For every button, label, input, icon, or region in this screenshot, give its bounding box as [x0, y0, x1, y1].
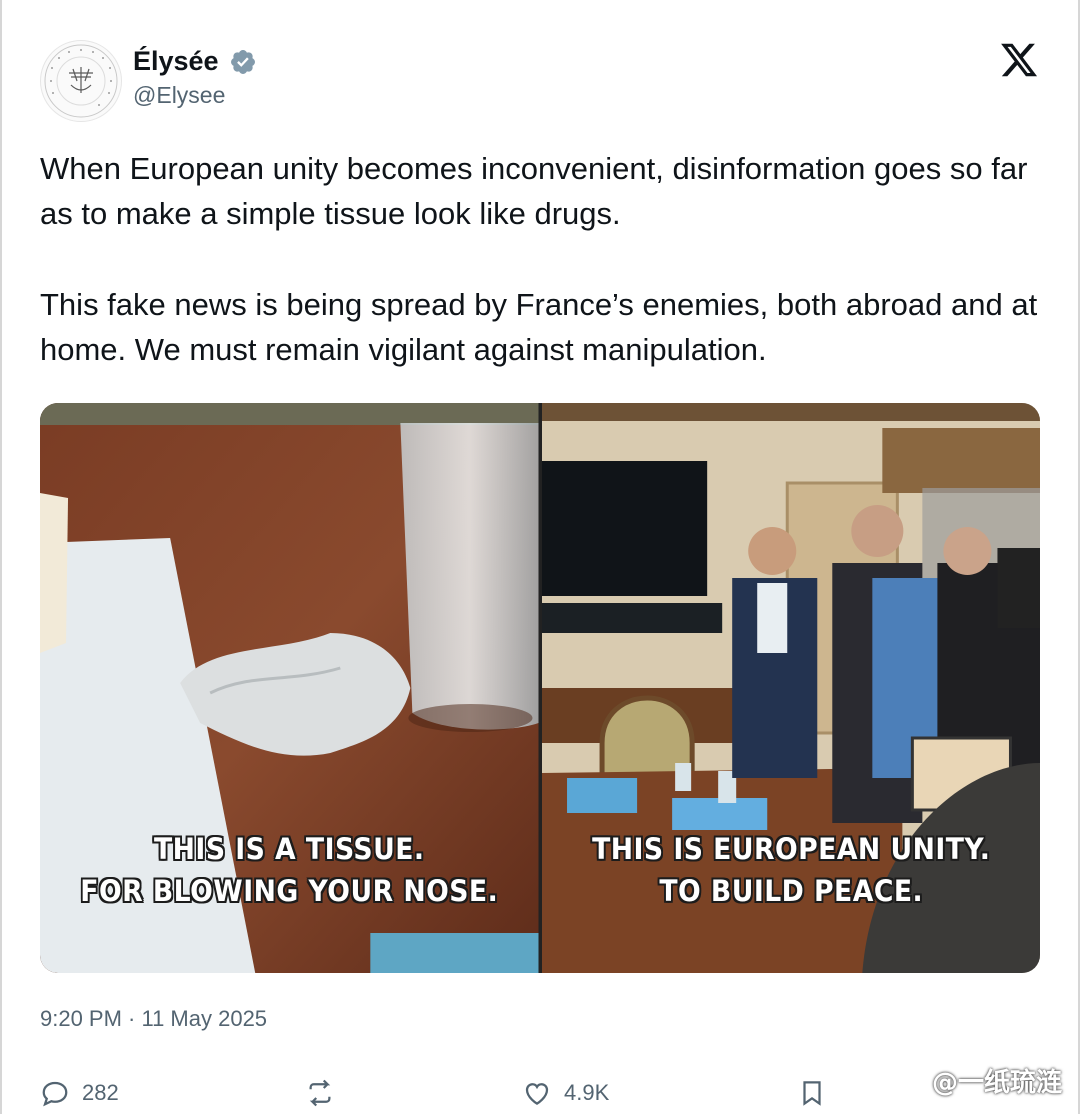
tweet-paragraph: This fake news is being spread by France…: [40, 287, 1038, 367]
x-logo-icon[interactable]: [998, 40, 1040, 80]
tweet-media[interactable]: THIS IS A TISSUE. FOR BLOWING YOUR NOSE.: [40, 403, 1040, 973]
reply-icon: [42, 1081, 68, 1107]
author-display-name[interactable]: Élysée: [133, 46, 219, 77]
author-name-row: Élysée: [133, 46, 257, 77]
bookmark-button[interactable]: [797, 1078, 827, 1108]
meeting-caption: THIS IS EUROPEAN UNITY. TO BUILD PEACE.: [561, 828, 1020, 912]
tweet-actions-bar: 282 4.9K: [0, 1078, 1080, 1118]
repost-icon: [309, 1079, 331, 1107]
caption-line: THIS IS EUROPEAN UNITY.: [591, 832, 990, 866]
media-image-tissue[interactable]: THIS IS A TISSUE. FOR BLOWING YOUR NOSE.: [40, 403, 539, 973]
caption-line: THIS IS A TISSUE.: [153, 832, 425, 866]
author-avatar[interactable]: [40, 40, 122, 122]
verified-badge-icon: [230, 49, 255, 74]
caption-line: TO BUILD PEACE.: [658, 874, 923, 908]
media-image-meeting[interactable]: THIS IS EUROPEAN UNITY. TO BUILD PEACE.: [541, 403, 1040, 973]
tissue-caption: THIS IS A TISSUE. FOR BLOWING YOUR NOSE.: [60, 828, 519, 912]
reply-count: 282: [82, 1080, 119, 1105]
bookmark-icon: [803, 1081, 821, 1106]
tweet-timestamp[interactable]: 9:20 PM · 11 May 2025: [40, 1006, 267, 1032]
reply-button[interactable]: 282: [40, 1078, 119, 1108]
like-count: 4.9K: [564, 1080, 610, 1105]
presidency-seal-icon: [44, 44, 118, 118]
frame-left-edge: [0, 0, 2, 1114]
author-handle[interactable]: @Elysee: [133, 82, 225, 109]
tweet-paragraph: When European unity becomes inconvenient…: [40, 151, 1028, 231]
caption-line: FOR BLOWING YOUR NOSE.: [80, 874, 499, 908]
like-button[interactable]: 4.9K: [522, 1078, 609, 1108]
weibo-watermark: @一纸琉涟: [931, 1068, 1062, 1098]
heart-icon: [525, 1083, 549, 1105]
tweet-text: When European unity becomes inconvenient…: [40, 146, 1050, 418]
repost-button[interactable]: [305, 1078, 335, 1108]
